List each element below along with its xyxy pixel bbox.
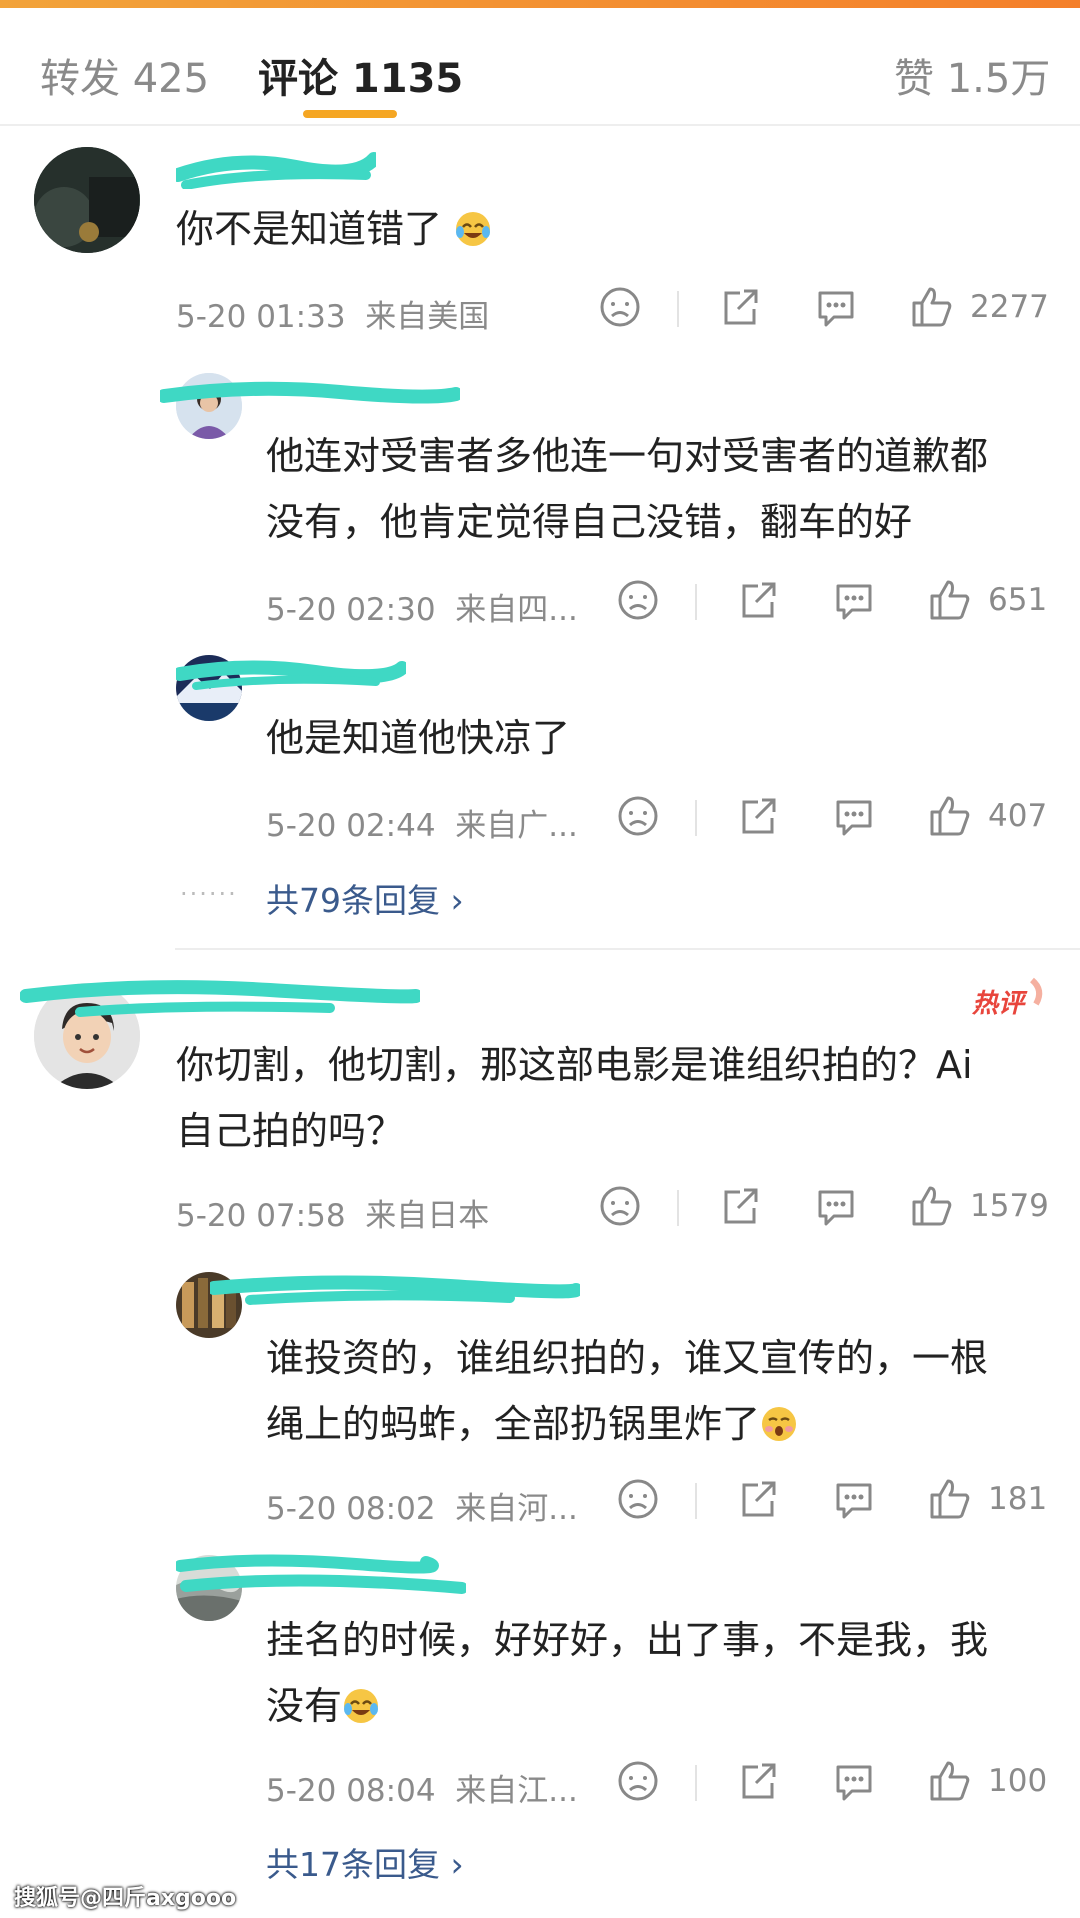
- avatar[interactable]: [34, 147, 140, 253]
- reply-icon[interactable]: [832, 1477, 876, 1521]
- more-replies-link[interactable]: 共17条回复 ›: [266, 1838, 464, 1886]
- hot-comment-badge: 热评: [970, 976, 1050, 1026]
- dislike-icon[interactable]: [616, 1759, 660, 1803]
- dislike-icon[interactable]: [616, 794, 660, 838]
- share-icon[interactable]: [718, 285, 762, 329]
- divider: [695, 800, 697, 836]
- username-redacted[interactable]: [207, 1268, 583, 1320]
- username-redacted[interactable]: [171, 145, 381, 197]
- comment-text: 你不是知道错了: [176, 196, 492, 262]
- dislike-icon[interactable]: [616, 1477, 660, 1521]
- comment-meta: 5-20 07:58 来自日本: [176, 1198, 490, 1234]
- comment-actions: 2277: [598, 285, 1050, 335]
- comment-actions: 1579: [598, 1184, 1050, 1234]
- redaction-scribble: [157, 381, 463, 404]
- like-icon[interactable]: [928, 1477, 972, 1521]
- comment-text: 你切割，他切割，那这部电影是谁组织拍的？Ai 自己拍的吗？: [176, 1043, 973, 1153]
- like-count: 1579: [970, 1188, 1049, 1224]
- username-redacted[interactable]: [19, 976, 423, 1034]
- reply-actions: 100: [616, 1759, 1050, 1809]
- more-replies-dots: ······: [180, 880, 238, 908]
- like-icon[interactable]: [928, 1759, 972, 1803]
- reply-actions: 407: [616, 794, 1050, 844]
- comment-divider: [175, 948, 1080, 950]
- dislike-icon[interactable]: [616, 578, 660, 622]
- reply-meta: 5-20 08:04 来自江...: [266, 1773, 578, 1809]
- reply-meta: 5-20 08:02 来自河...: [266, 1491, 578, 1527]
- share-icon[interactable]: [736, 578, 780, 622]
- redaction-scribble: [19, 980, 423, 1017]
- tab-bar: 转发 425 评论 1135 赞 1.5万: [0, 8, 1080, 126]
- reply-icon[interactable]: [814, 285, 858, 329]
- divider: [677, 291, 679, 327]
- divider: [677, 1190, 679, 1226]
- like-count: 100: [988, 1763, 1048, 1799]
- divider: [695, 1483, 697, 1519]
- username-redacted[interactable]: [174, 1552, 468, 1610]
- reply-text: 他连对受害者多他连一句对受害者的道歉都 没有，他肯定觉得自己没错，翻车的好: [266, 434, 989, 544]
- tab-reposts[interactable]: 转发 425: [40, 46, 209, 104]
- reply-text: 挂名的时候，好好好，出了事，不是我，我 没有: [266, 1618, 989, 1728]
- reply-meta: 5-20 02:30 来自四...: [266, 592, 578, 628]
- comment-meta: 5-20 01:33 来自美国: [176, 299, 490, 335]
- svg-text:热评: 热评: [971, 989, 1028, 1019]
- like-count: 651: [988, 582, 1048, 618]
- top-accent-bar: [0, 0, 1080, 8]
- redaction-scribble: [207, 1275, 583, 1305]
- dislike-icon[interactable]: [598, 1184, 642, 1228]
- laugh-cry-emoji-icon: [342, 1679, 380, 1723]
- share-icon[interactable]: [718, 1184, 762, 1228]
- redaction-scribble: [173, 660, 409, 690]
- reply-icon[interactable]: [814, 1184, 858, 1228]
- reply-text: 他是知道他快凉了: [266, 716, 571, 760]
- reply-actions: 651: [616, 578, 1050, 628]
- like-icon[interactable]: [910, 285, 954, 329]
- dislike-icon[interactable]: [598, 285, 642, 329]
- reply-actions: 181: [616, 1477, 1050, 1527]
- like-icon[interactable]: [928, 794, 972, 838]
- reply-icon[interactable]: [832, 794, 876, 838]
- redaction-scribble: [174, 1554, 468, 1594]
- tab-comments[interactable]: 评论 1135: [258, 46, 463, 104]
- tab-likes[interactable]: 赞 1.5万: [894, 46, 1050, 104]
- reply-text: 谁投资的，谁组织拍的，谁又宣传的，一根 绳上的蚂蚱，全部扔锅里炸了: [266, 1336, 989, 1446]
- like-icon[interactable]: [910, 1184, 954, 1228]
- shocked-face-emoji-icon: [760, 1397, 798, 1441]
- like-count: 181: [988, 1481, 1048, 1517]
- divider: [695, 584, 697, 620]
- reply-icon[interactable]: [832, 578, 876, 622]
- like-icon[interactable]: [928, 578, 972, 622]
- watermark: 搜狐号@四斤axgooo: [14, 1886, 237, 1911]
- share-icon[interactable]: [736, 1477, 780, 1521]
- share-icon[interactable]: [736, 794, 780, 838]
- like-count: 407: [988, 798, 1048, 834]
- reply-icon[interactable]: [832, 1759, 876, 1803]
- laugh-cry-emoji-icon: [454, 202, 492, 246]
- active-tab-indicator: [303, 110, 397, 118]
- more-replies-link[interactable]: 共79条回复 ›: [266, 874, 464, 922]
- share-icon[interactable]: [736, 1759, 780, 1803]
- divider: [695, 1765, 697, 1801]
- username-redacted[interactable]: [157, 372, 463, 420]
- like-count: 2277: [970, 289, 1049, 325]
- reply-meta: 5-20 02:44 来自广...: [266, 808, 578, 844]
- redaction-scribble: [171, 152, 381, 190]
- username-redacted[interactable]: [173, 654, 409, 702]
